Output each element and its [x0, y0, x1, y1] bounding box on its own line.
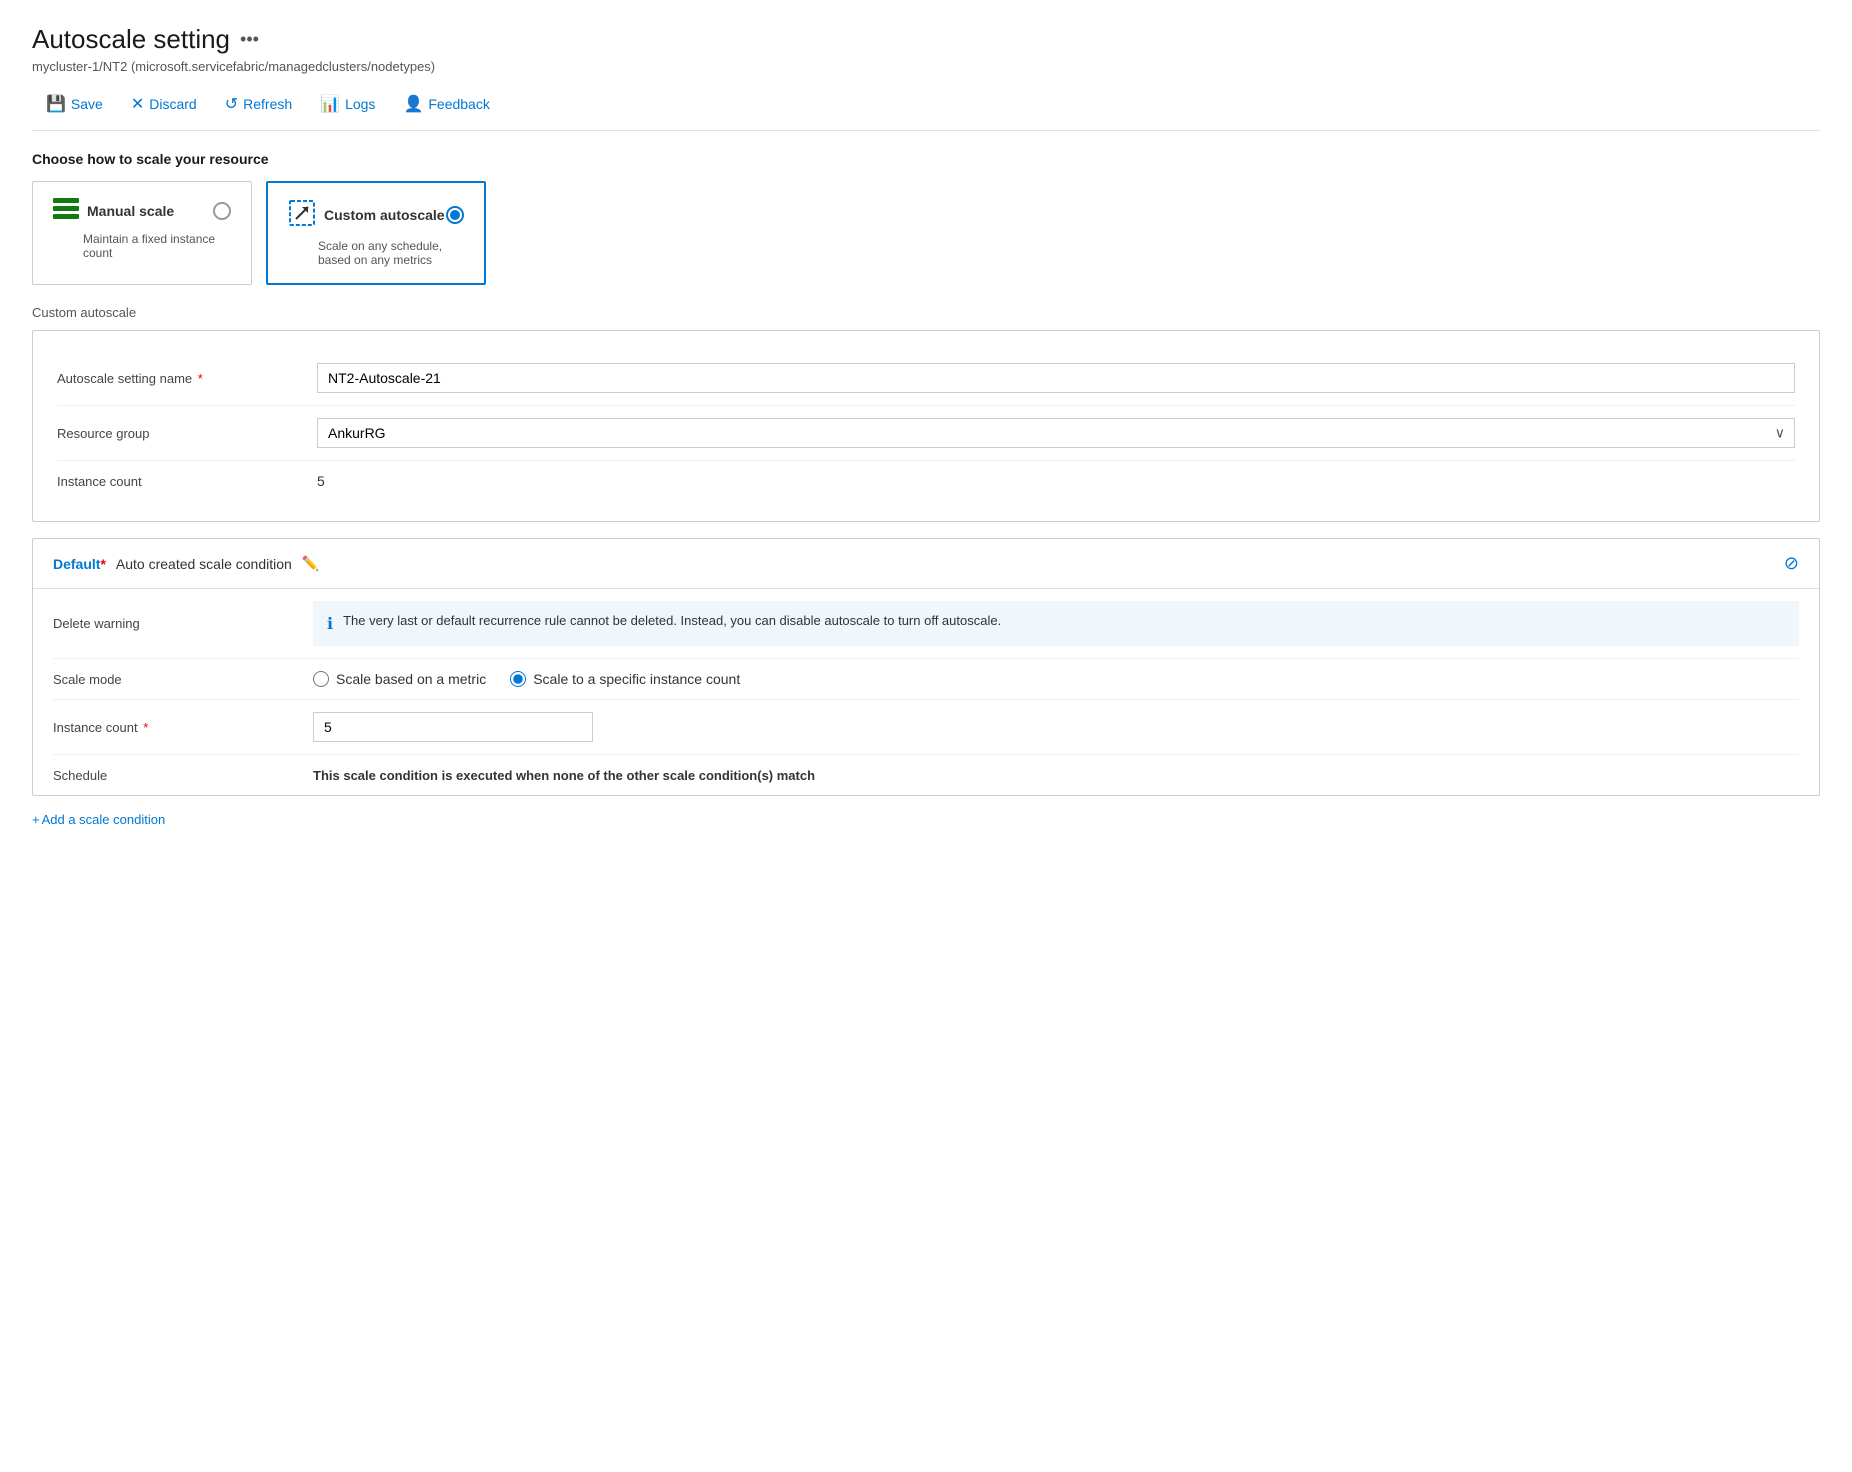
- instance-count-label: Instance count: [57, 474, 317, 489]
- default-required-star: *: [100, 556, 105, 572]
- scale-cards: Manual scale Maintain a fixed instance c…: [32, 181, 1820, 285]
- scale-mode-label: Scale mode: [53, 672, 313, 687]
- discard-button[interactable]: ✕ Discard: [117, 88, 211, 120]
- condition-instance-count-value: [313, 712, 1799, 742]
- condition-name: Auto created scale condition: [116, 556, 292, 572]
- scale-specific-option[interactable]: Scale to a specific instance count: [510, 671, 740, 687]
- autoscale-name-input[interactable]: [317, 363, 1795, 393]
- delete-warning-row: Delete warning ℹ The very last or defaul…: [53, 589, 1799, 659]
- scale-mode-options: Scale based on a metric Scale to a speci…: [313, 671, 1799, 687]
- scale-metric-option[interactable]: Scale based on a metric: [313, 671, 486, 687]
- instance-count-value: 5: [317, 473, 1795, 489]
- manual-scale-title: Manual scale: [87, 203, 174, 219]
- toolbar: 💾 Save ✕ Discard ↺ Refresh 📊 Logs 👤 Feed…: [32, 88, 1820, 131]
- autoscale-name-required: *: [198, 371, 203, 386]
- logs-button[interactable]: 📊 Logs: [306, 88, 389, 120]
- settings-box: Autoscale setting name * Resource group …: [32, 330, 1820, 522]
- refresh-icon: ↺: [225, 94, 238, 114]
- add-condition-icon: +: [32, 812, 40, 827]
- manual-scale-card[interactable]: Manual scale Maintain a fixed instance c…: [32, 181, 252, 285]
- condition-body: Delete warning ℹ The very last or defaul…: [33, 589, 1819, 795]
- custom-autoscale-icon: [288, 199, 316, 231]
- condition-header-left: Default* Auto created scale condition ✏️: [53, 555, 319, 572]
- scale-mode-row: Scale mode Scale based on a metric Scale…: [53, 659, 1799, 700]
- info-icon: ℹ: [327, 614, 333, 634]
- resource-group-label: Resource group: [57, 426, 317, 441]
- save-icon: 💾: [46, 94, 66, 114]
- condition-header: Default* Auto created scale condition ✏️…: [33, 539, 1819, 589]
- condition-box: Default* Auto created scale condition ✏️…: [32, 538, 1820, 796]
- delete-warning-label: Delete warning: [53, 616, 313, 631]
- autoscale-name-row: Autoscale setting name *: [57, 351, 1795, 406]
- choose-section-title: Choose how to scale your resource: [32, 151, 1820, 167]
- autoscale-name-label: Autoscale setting name *: [57, 371, 317, 386]
- resource-group-value: AnkurRG ∨: [317, 418, 1795, 448]
- more-options-icon[interactable]: •••: [240, 29, 259, 50]
- default-label: Default*: [53, 556, 106, 572]
- custom-autoscale-title: Custom autoscale: [324, 207, 445, 223]
- delete-warning-banner: ℹ The very last or default recurrence ru…: [313, 601, 1799, 646]
- scale-specific-radio[interactable]: [510, 671, 526, 687]
- manual-scale-icon: [53, 198, 79, 224]
- scale-metric-radio[interactable]: [313, 671, 329, 687]
- autoscale-name-value: [317, 363, 1795, 393]
- schedule-row: Schedule This scale condition is execute…: [53, 755, 1799, 795]
- delete-condition-icon[interactable]: ⊘: [1784, 553, 1799, 574]
- condition-instance-count-row: Instance count *: [53, 700, 1799, 755]
- resource-group-select[interactable]: AnkurRG: [317, 418, 1795, 448]
- logs-icon: 📊: [320, 94, 340, 114]
- custom-autoscale-desc: Scale on any schedule, based on any metr…: [288, 239, 464, 267]
- discard-icon: ✕: [131, 94, 144, 114]
- custom-autoscale-section-label: Custom autoscale: [32, 305, 1820, 320]
- edit-condition-icon[interactable]: ✏️: [302, 555, 319, 572]
- manual-scale-desc: Maintain a fixed instance count: [53, 232, 231, 260]
- custom-autoscale-card[interactable]: Custom autoscale Scale on any schedule, …: [266, 181, 486, 285]
- save-button[interactable]: 💾 Save: [32, 88, 117, 120]
- page-subtitle: mycluster-1/NT2 (microsoft.servicefabric…: [32, 59, 1820, 74]
- add-condition-label: Add a scale condition: [42, 812, 166, 827]
- instance-count-row: Instance count 5: [57, 461, 1795, 501]
- feedback-icon: 👤: [403, 94, 423, 114]
- feedback-button[interactable]: 👤 Feedback: [389, 88, 503, 120]
- condition-instance-count-required: *: [143, 720, 148, 735]
- schedule-text: This scale condition is executed when no…: [313, 767, 1799, 783]
- add-condition-button[interactable]: + Add a scale condition: [32, 812, 1820, 827]
- manual-scale-radio[interactable]: [213, 202, 231, 220]
- schedule-label: Schedule: [53, 768, 313, 783]
- refresh-button[interactable]: ↺ Refresh: [211, 88, 306, 120]
- page-title: Autoscale setting •••: [32, 24, 259, 55]
- condition-instance-count-label: Instance count *: [53, 720, 313, 735]
- resource-group-row: Resource group AnkurRG ∨: [57, 406, 1795, 461]
- condition-instance-count-input[interactable]: [313, 712, 593, 742]
- custom-autoscale-radio[interactable]: [446, 206, 464, 224]
